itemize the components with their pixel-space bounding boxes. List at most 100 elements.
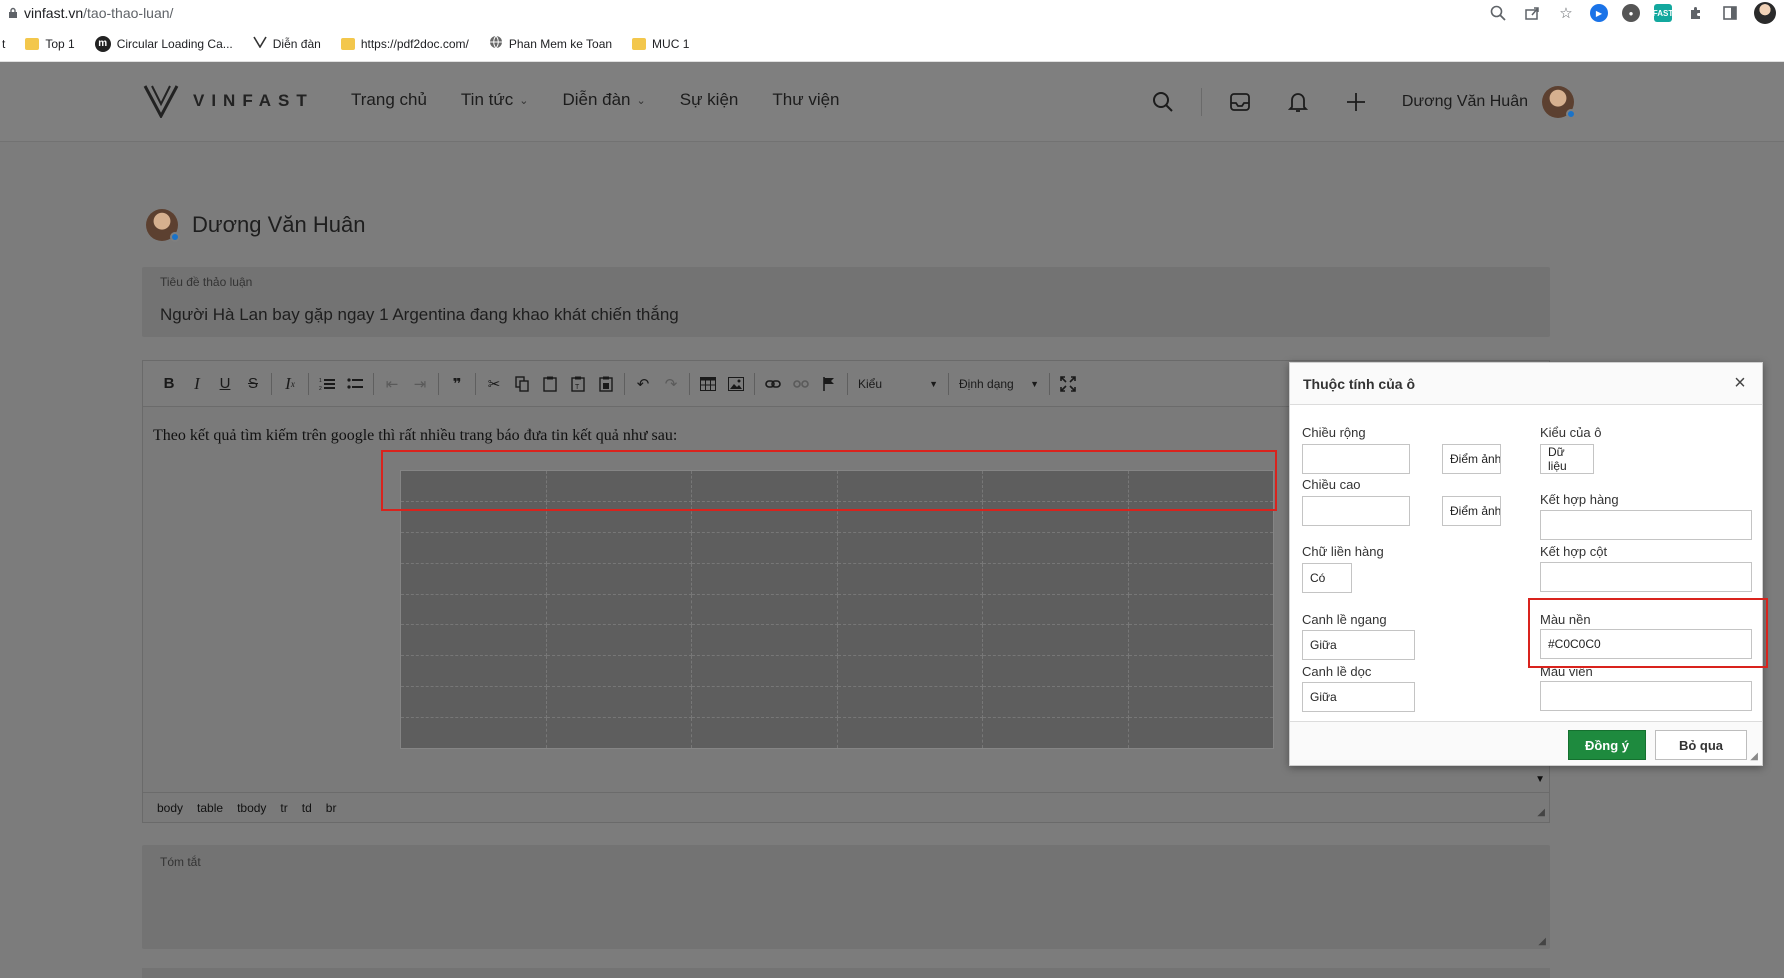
outdent-icon[interactable]: ⇤ <box>378 370 406 398</box>
summary-field[interactable]: Tóm tắt ◢ <box>142 845 1550 949</box>
table-cell[interactable] <box>545 531 692 564</box>
path-item[interactable]: table <box>197 801 223 815</box>
table-cell[interactable] <box>836 655 983 688</box>
paste-icon[interactable] <box>536 370 564 398</box>
width-unit-select[interactable]: Điểm ảnh <box>1442 444 1501 474</box>
table-cell[interactable] <box>1127 593 1274 626</box>
underline-button[interactable]: U <box>211 370 239 398</box>
wrap-select[interactable]: Có <box>1302 563 1352 593</box>
table-cell[interactable] <box>400 655 547 688</box>
resize-grip-icon[interactable]: ◢ <box>1537 807 1545 818</box>
numbered-list-icon[interactable]: 12 <box>313 370 341 398</box>
table-cell[interactable] <box>982 717 1129 749</box>
height-unit-select[interactable]: Điểm ảnh <box>1442 496 1501 526</box>
extension-icon[interactable]: ● <box>1622 4 1640 22</box>
copy-icon[interactable] <box>508 370 536 398</box>
image-icon[interactable] <box>722 370 750 398</box>
colspan-input[interactable] <box>1540 562 1752 592</box>
bookmark-item[interactable]: t <box>2 37 5 51</box>
path-item[interactable]: br <box>326 801 337 815</box>
table-cell[interactable] <box>982 624 1129 657</box>
width-input[interactable] <box>1302 444 1410 474</box>
table-cell[interactable] <box>400 562 547 595</box>
maximize-icon[interactable] <box>1054 370 1082 398</box>
table-cell[interactable] <box>982 655 1129 688</box>
title-field[interactable]: Tiêu đề thảo luận Người Hà Lan bay gặp n… <box>142 267 1550 337</box>
italic-button[interactable]: I <box>183 370 211 398</box>
table-cell[interactable] <box>1127 624 1274 657</box>
inbox-icon[interactable] <box>1220 84 1260 120</box>
bookmark-item[interactable]: Phan Mem ke Toan <box>489 35 612 52</box>
bookmark-item[interactable]: Top 1 <box>25 37 75 51</box>
table-cell[interactable] <box>1127 562 1274 595</box>
dialog-header[interactable]: Thuộc tính của ô × <box>1290 363 1762 405</box>
unlink-icon[interactable] <box>787 370 815 398</box>
table-cell[interactable] <box>691 562 838 595</box>
nav-trang-chu[interactable]: Trang chủ <box>351 90 427 110</box>
table-cell[interactable] <box>1127 686 1274 718</box>
bullet-list-icon[interactable] <box>341 370 369 398</box>
bold-button[interactable]: B <box>155 370 183 398</box>
path-item[interactable]: body <box>157 801 183 815</box>
table-cell[interactable] <box>691 717 838 749</box>
table-cell[interactable] <box>691 655 838 688</box>
table-cell[interactable] <box>691 593 838 626</box>
bookmark-item[interactable]: https://pdf2doc.com/ <box>340 37 469 51</box>
table-cell[interactable] <box>545 686 692 718</box>
vinfast-logo[interactable]: VINFAST <box>143 84 314 118</box>
resize-grip-icon[interactable]: ◢ <box>1538 936 1546 947</box>
close-icon[interactable]: × <box>1730 372 1750 394</box>
nav-thu-vien[interactable]: Thư viện <box>772 90 839 110</box>
nav-dien-dan[interactable]: Diễn đàn ⌄ <box>562 90 645 110</box>
scroll-down-arrow-icon[interactable]: ▼ <box>1535 774 1545 785</box>
paste-text-icon[interactable]: T <box>564 370 592 398</box>
style-dropdown[interactable]: Kiểu ▼ <box>852 370 944 398</box>
table-cell[interactable] <box>836 593 983 626</box>
path-item[interactable]: tr <box>280 801 287 815</box>
table-cell[interactable] <box>1127 717 1274 749</box>
table-cell[interactable] <box>400 686 547 718</box>
bookmark-item[interactable]: Diễn đàn <box>253 36 321 51</box>
format-dropdown[interactable]: Định dạng ▼ <box>953 370 1045 398</box>
zoom-icon[interactable] <box>1488 3 1508 23</box>
user-avatar[interactable] <box>1542 86 1576 119</box>
halign-select[interactable]: Giữa <box>1302 630 1415 660</box>
table-icon[interactable] <box>694 370 722 398</box>
table-cell[interactable] <box>545 655 692 688</box>
cell-type-select[interactable]: Dữ liệu <box>1540 444 1594 474</box>
table-cell[interactable] <box>545 717 692 749</box>
table-cell[interactable] <box>545 624 692 657</box>
search-icon[interactable] <box>1143 84 1183 120</box>
url-text[interactable]: vinfast.vn/tao-thao-luan/ <box>24 5 173 21</box>
header-user-name[interactable]: Dương Văn Huân <box>1402 93 1528 111</box>
extension-icon[interactable]: ▶ <box>1590 4 1608 22</box>
title-input[interactable]: Người Hà Lan bay gặp ngay 1 Argentina đa… <box>160 305 679 325</box>
redo-icon[interactable]: ↷ <box>657 370 685 398</box>
resize-grip-icon[interactable]: ◢ <box>1750 751 1758 762</box>
inserted-table[interactable] <box>400 470 1274 749</box>
anchor-flag-icon[interactable] <box>815 370 843 398</box>
table-cell[interactable] <box>545 562 692 595</box>
table-cell[interactable] <box>982 593 1129 626</box>
bookmark-item[interactable]: m Circular Loading Ca... <box>94 35 233 52</box>
rowspan-input[interactable] <box>1540 510 1752 540</box>
plus-icon[interactable] <box>1336 84 1376 120</box>
table-cell[interactable] <box>691 624 838 657</box>
share-icon[interactable] <box>1522 3 1542 23</box>
nav-tin-tuc[interactable]: Tin tức ⌄ <box>461 90 529 110</box>
table-cell[interactable] <box>400 593 547 626</box>
profile-avatar[interactable] <box>1754 2 1776 24</box>
bell-icon[interactable] <box>1278 84 1318 120</box>
strikethrough-button[interactable]: S <box>239 370 267 398</box>
editor-paragraph[interactable]: Theo kết quả tìm kiếm trên google thì rấ… <box>153 427 677 445</box>
browser-url-bar[interactable]: vinfast.vn/tao-thao-luan/ ☆ ▶ ● FAST <box>0 0 1784 26</box>
table-cell[interactable] <box>836 562 983 595</box>
table-cell[interactable] <box>545 593 692 626</box>
table-cell[interactable] <box>982 686 1129 718</box>
cut-icon[interactable]: ✂ <box>480 370 508 398</box>
border-color-input[interactable] <box>1540 681 1752 711</box>
path-item[interactable]: td <box>302 801 312 815</box>
table-cell[interactable] <box>982 531 1129 564</box>
indent-icon[interactable]: ⇥ <box>406 370 434 398</box>
bookmark-item[interactable]: MUC 1 <box>632 37 689 51</box>
